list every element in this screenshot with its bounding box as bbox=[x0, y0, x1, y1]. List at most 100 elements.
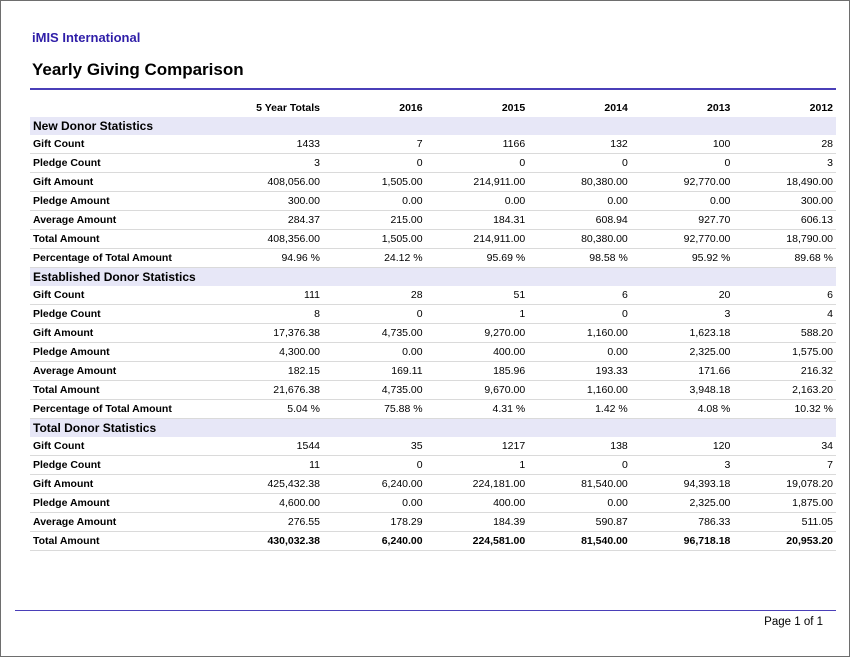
table-cell: 9,670.00 bbox=[425, 380, 529, 400]
table-cell: 11 bbox=[230, 455, 323, 475]
page-indicator: Page 1 of 1 bbox=[764, 616, 823, 628]
table-cell: 0 bbox=[528, 304, 631, 324]
table-cell: 171.66 bbox=[630, 361, 734, 381]
table-cell: 5.04 % bbox=[230, 399, 323, 419]
table-cell: 2,163.20 bbox=[733, 380, 836, 400]
table-row: Percentage of Total Amount 94.96 % 24.12 %… bbox=[30, 248, 836, 268]
table-row: Total Amount 21,676.38 4,735.00 9,670.00 1,1… bbox=[30, 380, 836, 400]
table-cell: 1,160.00 bbox=[528, 380, 631, 400]
table-cell: 606.13 bbox=[733, 210, 836, 230]
row-label: Gift Count bbox=[30, 135, 230, 154]
table-row: Average Amount 284.37 215.00 184.31 608.94 92… bbox=[30, 210, 836, 230]
table-cell: 0.00 bbox=[528, 493, 631, 513]
row-label: Percentage of Total Amount bbox=[30, 248, 230, 268]
table-cell: 1433 bbox=[230, 135, 323, 154]
section-title: New Donor Statistics bbox=[30, 117, 836, 135]
table-cell: 182.15 bbox=[230, 361, 323, 381]
table-cell: 0.00 bbox=[425, 191, 529, 211]
table-row: Average Amount 276.55 178.29 184.39 590.87 78… bbox=[30, 512, 836, 532]
table-cell: 1,160.00 bbox=[528, 323, 631, 343]
table-cell: 111 bbox=[230, 286, 323, 305]
section-title: Established Donor Statistics bbox=[30, 267, 836, 286]
table-cell: 24.12 % bbox=[323, 248, 426, 268]
table-cell: 4,735.00 bbox=[323, 323, 426, 343]
table-cell: 9,270.00 bbox=[425, 323, 529, 343]
table-cell: 120 bbox=[630, 437, 734, 456]
table-row: Pledge Count 8 0 1 0 3 4 bbox=[30, 304, 836, 324]
table-cell: 224,181.00 bbox=[425, 474, 529, 494]
table-cell: 95.92 % bbox=[630, 248, 734, 268]
table-cell: 0.00 bbox=[323, 342, 426, 362]
table-cell: 80,380.00 bbox=[528, 229, 631, 249]
table-row: Gift Amount 17,376.38 4,735.00 9,270.00 1,16… bbox=[30, 323, 836, 343]
table-cell: 6,240.00 bbox=[323, 531, 426, 551]
section-header-row: New Donor Statistics bbox=[30, 117, 836, 135]
table-cell: 3 bbox=[630, 304, 734, 324]
table-row: Total Amount 430,032.38 6,240.00 224,581.00… bbox=[30, 531, 836, 551]
table-cell: 169.11 bbox=[323, 361, 426, 381]
table-cell: 185.96 bbox=[425, 361, 529, 381]
table-cell: 400.00 bbox=[425, 493, 529, 513]
table-cell: 425,432.38 bbox=[230, 474, 323, 494]
row-label: Pledge Count bbox=[30, 455, 230, 475]
table-cell: 1217 bbox=[425, 437, 529, 456]
table-cell: 0.00 bbox=[323, 493, 426, 513]
section-title: Total Donor Statistics bbox=[30, 418, 836, 437]
column-header: 2014 bbox=[604, 102, 628, 114]
table-cell: 92,770.00 bbox=[630, 172, 734, 192]
table-cell: 1 bbox=[425, 304, 529, 324]
table-row: Pledge Count 3 0 0 0 0 3 bbox=[30, 153, 836, 173]
table-cell: 19,078.20 bbox=[733, 474, 836, 494]
report-title: Yearly Giving Comparison bbox=[32, 60, 244, 79]
table-cell: 608.94 bbox=[528, 210, 631, 230]
table-cell: 1,623.18 bbox=[630, 323, 734, 343]
row-label-header bbox=[30, 99, 230, 117]
table-cell: 0 bbox=[528, 455, 631, 475]
table-cell: 0 bbox=[425, 153, 529, 173]
column-header: 2013 bbox=[707, 102, 731, 114]
table-cell: 184.39 bbox=[425, 512, 529, 532]
table-cell: 6 bbox=[528, 286, 631, 305]
footer-divider bbox=[15, 610, 836, 611]
table-cell: 408,056.00 bbox=[230, 172, 323, 192]
table-cell: 215.00 bbox=[323, 210, 426, 230]
table-cell: 4,300.00 bbox=[230, 342, 323, 362]
table-cell: 28 bbox=[323, 286, 426, 305]
table-row: Gift Amount 408,056.00 1,505.00 214,911.00 8… bbox=[30, 172, 836, 192]
table-row: Gift Count 1433 7 1166 132 100 28 bbox=[30, 135, 836, 154]
table-cell: 184.31 bbox=[425, 210, 529, 230]
table-cell: 17,376.38 bbox=[230, 323, 323, 343]
table-cell: 786.33 bbox=[630, 512, 734, 532]
table-cell: 590.87 bbox=[528, 512, 631, 532]
table-row: Total Amount 408,356.00 1,505.00 214,911.00… bbox=[30, 229, 836, 249]
table-cell: 511.05 bbox=[733, 512, 836, 532]
table-cell: 276.55 bbox=[230, 512, 323, 532]
table-cell: 0 bbox=[323, 455, 426, 475]
row-label: Pledge Amount bbox=[30, 493, 230, 513]
table-cell: 4 bbox=[733, 304, 836, 324]
table-cell: 1 bbox=[425, 455, 529, 475]
table-cell: 21,676.38 bbox=[230, 380, 323, 400]
header-divider bbox=[30, 88, 836, 90]
table-cell: 75.88 % bbox=[323, 399, 426, 419]
table-cell: 138 bbox=[528, 437, 631, 456]
table-cell: 0.00 bbox=[323, 191, 426, 211]
table-cell: 1,575.00 bbox=[733, 342, 836, 362]
table-cell: 408,356.00 bbox=[230, 229, 323, 249]
table-cell: 0.00 bbox=[630, 191, 734, 211]
table-cell: 18,790.00 bbox=[733, 229, 836, 249]
table-row: Pledge Amount 4,600.00 0.00 400.00 0.00 2,325… bbox=[30, 493, 836, 513]
table-cell: 400.00 bbox=[425, 342, 529, 362]
table-cell: 1,875.00 bbox=[733, 493, 836, 513]
table-cell: 300.00 bbox=[230, 191, 323, 211]
table-cell: 92,770.00 bbox=[630, 229, 734, 249]
row-label: Gift Amount bbox=[30, 323, 230, 343]
table-body: New Donor Statistics Gift Count 1433 7 1166 1… bbox=[30, 117, 836, 551]
row-label: Gift Count bbox=[30, 286, 230, 305]
table-cell: 4.31 % bbox=[425, 399, 529, 419]
row-label: Gift Amount bbox=[30, 474, 230, 494]
table-row: Pledge Amount 300.00 0.00 0.00 0.00 0.00 300.0… bbox=[30, 191, 836, 211]
table-cell: 4,735.00 bbox=[323, 380, 426, 400]
table-cell: 193.33 bbox=[528, 361, 631, 381]
table-cell: 0 bbox=[528, 153, 631, 173]
